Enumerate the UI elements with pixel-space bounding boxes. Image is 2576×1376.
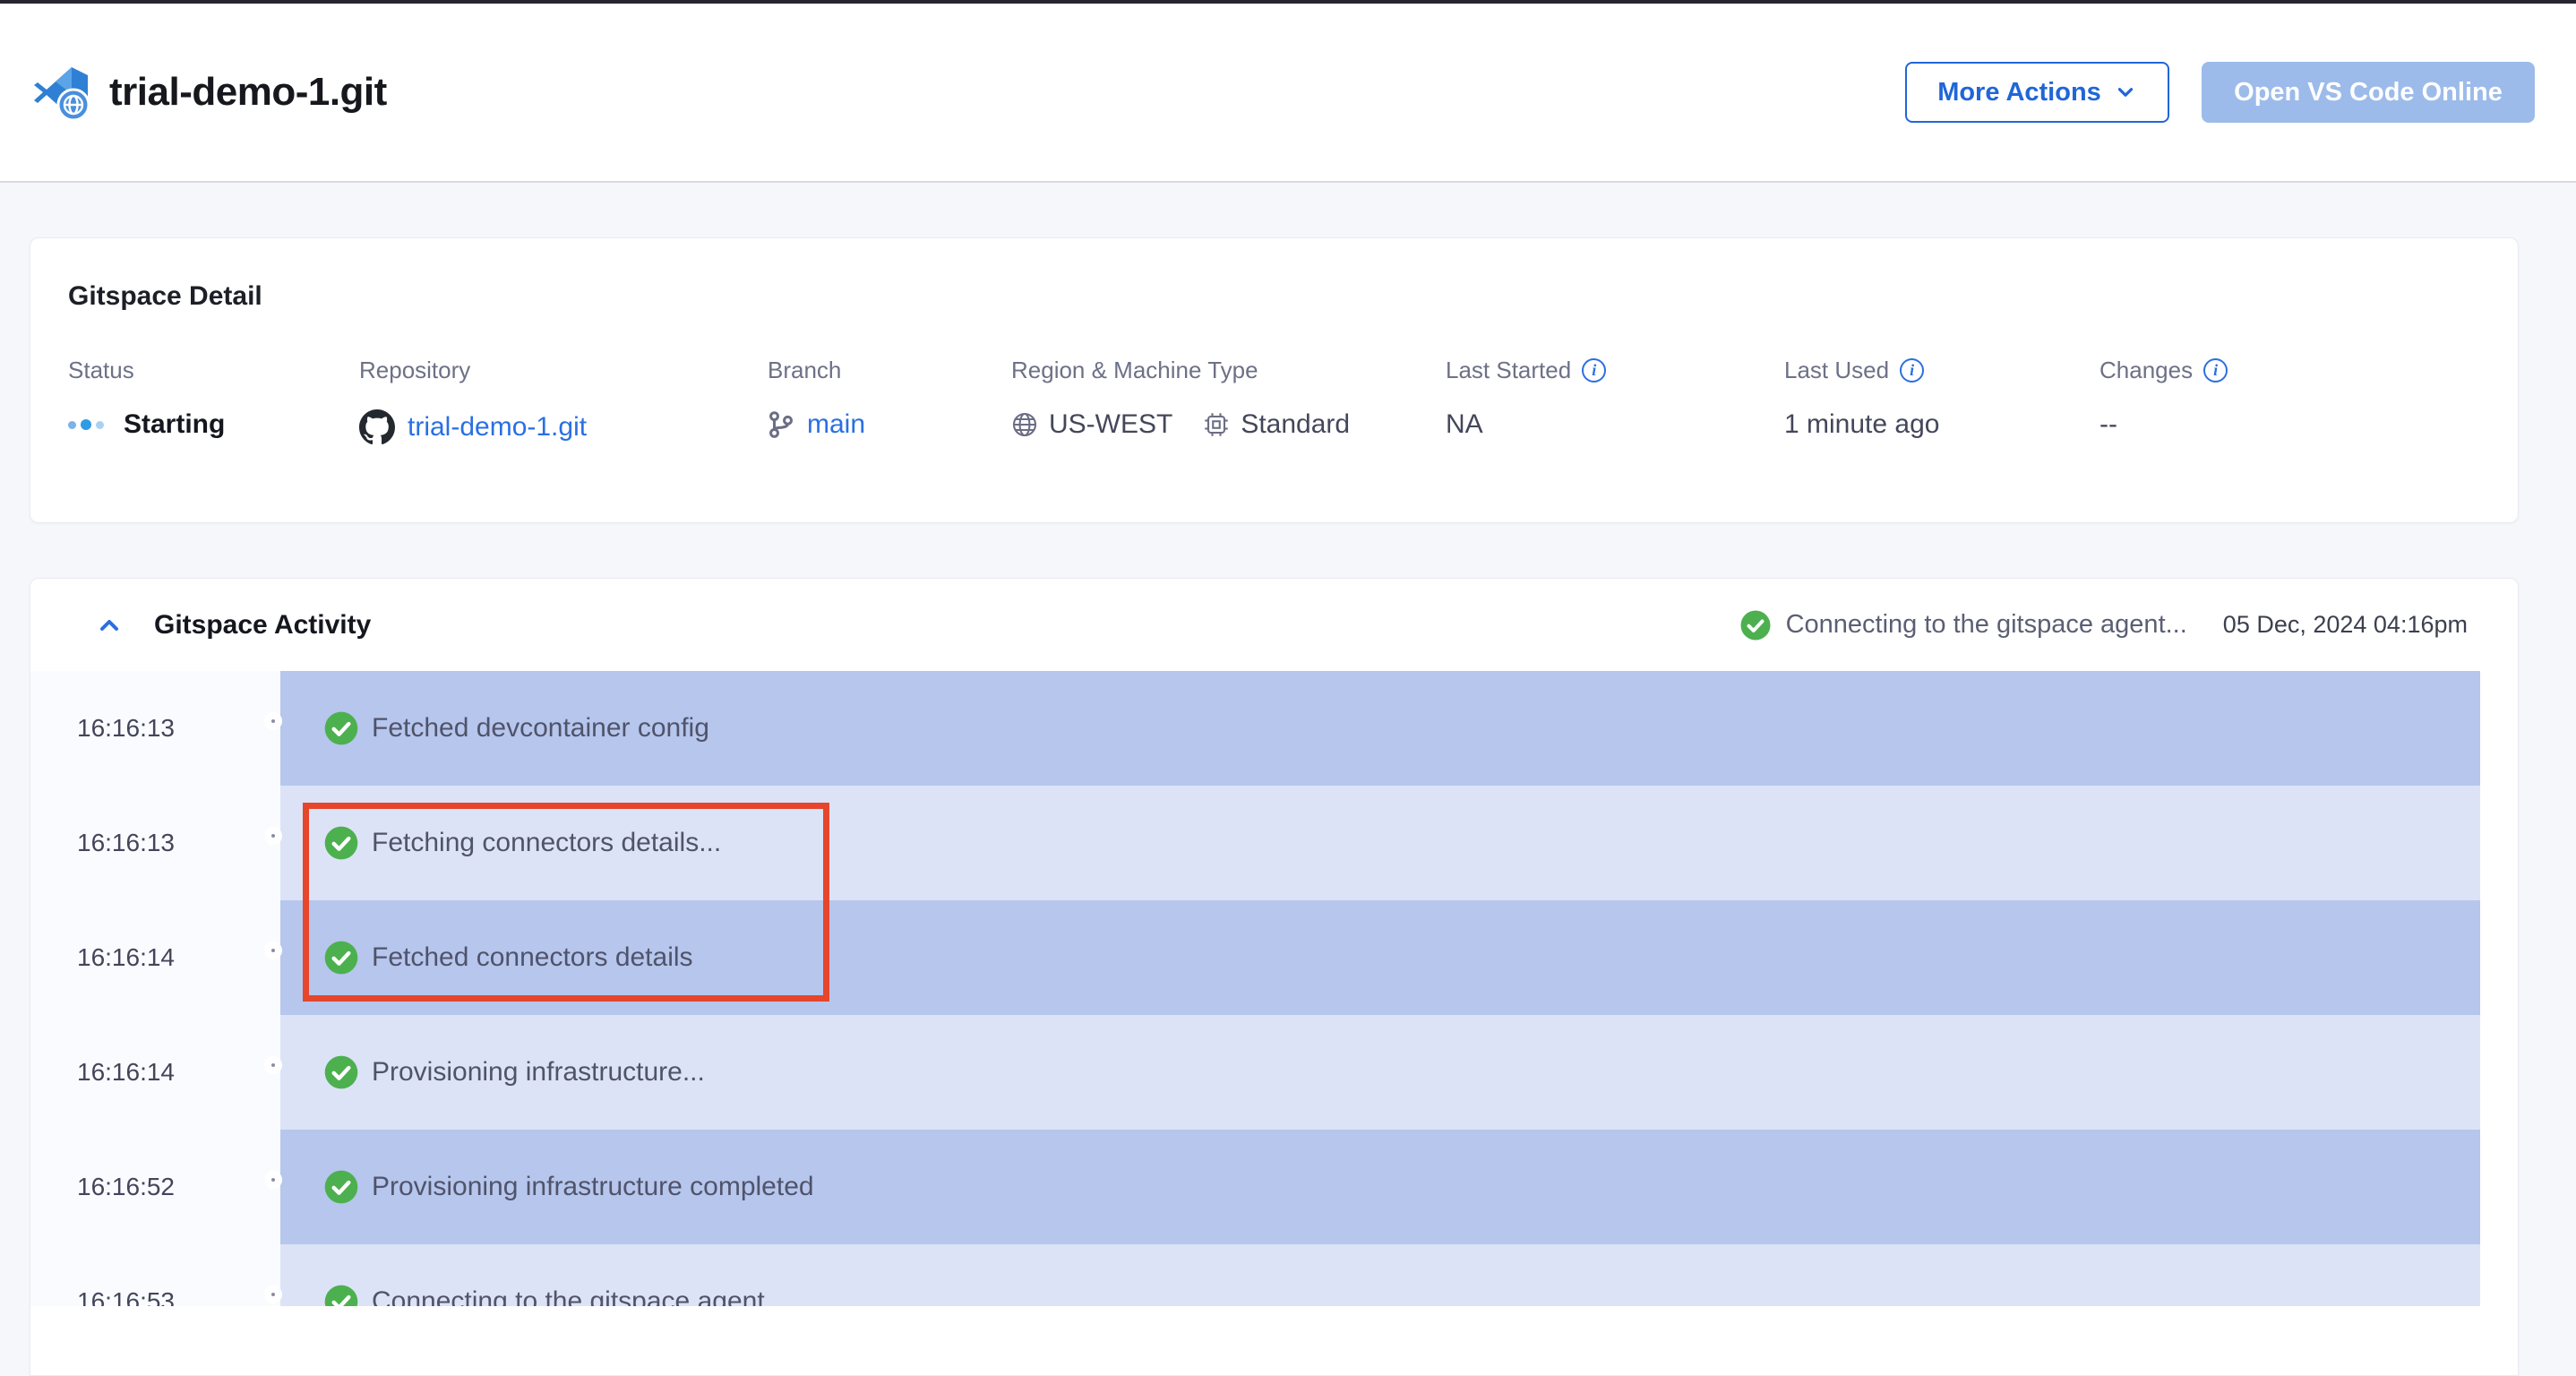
last-used-label: Last Used [1784,357,1889,384]
region-machine-label: Region & Machine Type [1011,357,1446,384]
info-icon[interactable]: i [1900,358,1924,383]
timeline-dot-icon [264,827,282,845]
repository-label: Repository [359,357,768,384]
log-time: 16:16:14 [30,900,280,1015]
timeline-dot-icon [264,1056,282,1074]
field-repository: Repository trial-demo-1.git [359,357,768,445]
starting-spinner-icon [68,419,104,430]
field-region-machine: Region & Machine Type US-WEST [1011,357,1446,445]
repository-link[interactable]: trial-demo-1.git [408,412,587,443]
status-label: Status [68,357,359,384]
log-message: Fetched devcontainer config [372,713,709,744]
machine-type-icon [1203,411,1230,438]
branch-link[interactable]: main [807,409,865,440]
gitspace-activity-card: Gitspace Activity Connecting to the gits… [30,578,2519,1376]
log-row: 16:16:13 Fetched devcontainer config [30,671,2480,786]
log-time: 16:16:13 [30,786,280,900]
success-check-icon [323,1169,359,1205]
success-check-icon [323,1284,359,1306]
status-value: Starting [124,409,225,440]
log-time: 16:16:13 [30,671,280,786]
more-actions-button[interactable]: More Actions [1905,62,2169,123]
region-value: US-WEST [1049,409,1172,440]
page-header: trial-demo-1.git More Actions Open VS Co… [0,4,2576,183]
log-row: 16:16:14 Fetched connectors details [30,900,2480,1015]
gitspace-detail-heading: Gitspace Detail [68,281,2518,312]
activity-status-text: Connecting to the gitspace agent... [1786,610,2187,640]
timeline-dot-icon [264,1286,282,1303]
field-changes: Changes i -- [2099,357,2228,445]
changes-value: -- [2099,409,2228,440]
log-row: 16:16:52 Provisioning infrastructure com… [30,1130,2480,1244]
timeline-dot-icon [264,942,282,959]
log-message: Fetched connectors details [372,942,693,973]
log-row: 16:16:14 Provisioning infrastructure... [30,1015,2480,1130]
open-vscode-online-button[interactable]: Open VS Code Online [2202,62,2535,123]
last-started-value: NA [1446,409,1784,440]
changes-label: Changes [2099,357,2193,384]
timeline-dot-icon [264,1171,282,1189]
more-actions-label: More Actions [1937,78,2101,108]
gitspace-activity-heading: Gitspace Activity [154,610,371,641]
log-time: 16:16:53 [30,1244,280,1306]
info-icon[interactable]: i [1582,358,1606,383]
activity-log-scroll-area[interactable]: 16:16:13 Fetched devcontainer config 16:… [30,671,2480,1306]
branch-label: Branch [768,357,1011,384]
log-message: Provisioning infrastructure... [372,1057,705,1088]
success-check-icon [1739,609,1772,641]
success-check-icon [323,940,359,976]
github-icon [359,409,395,445]
success-check-icon [323,710,359,746]
log-message: Fetching connectors details... [372,828,721,858]
success-check-icon [323,1054,359,1090]
globe-icon [1011,411,1038,438]
log-message: Connecting to the gitspace agent [372,1286,765,1306]
log-message: Provisioning infrastructure completed [372,1172,814,1202]
log-time: 16:16:52 [30,1130,280,1244]
log-row: 16:16:53 Connecting to the gitspace agen… [30,1244,2480,1306]
chevron-down-icon [2114,81,2137,104]
field-last-used: Last Used i 1 minute ago [1784,357,2099,445]
chevron-up-icon[interactable] [95,611,124,640]
field-last-started: Last Started i NA [1446,357,1784,445]
machine-type-value: Standard [1241,409,1350,440]
field-branch: Branch main [768,357,1011,445]
last-used-value: 1 minute ago [1784,409,2099,440]
timeline-dot-icon [264,712,282,730]
page-title: trial-demo-1.git [109,70,387,115]
git-branch-icon [768,409,794,440]
field-status: Status Starting [68,357,359,445]
log-row: 16:16:13 Fetching connectors details... [30,786,2480,900]
activity-timestamp: 05 Dec, 2024 04:16pm [2223,611,2468,639]
last-started-label: Last Started [1446,357,1571,384]
gitspace-detail-card: Gitspace Detail Status Starting Reposito… [30,237,2519,523]
success-check-icon [323,825,359,861]
info-icon[interactable]: i [2203,358,2228,383]
log-time: 16:16:14 [30,1015,280,1130]
vscode-online-icon [32,64,90,121]
